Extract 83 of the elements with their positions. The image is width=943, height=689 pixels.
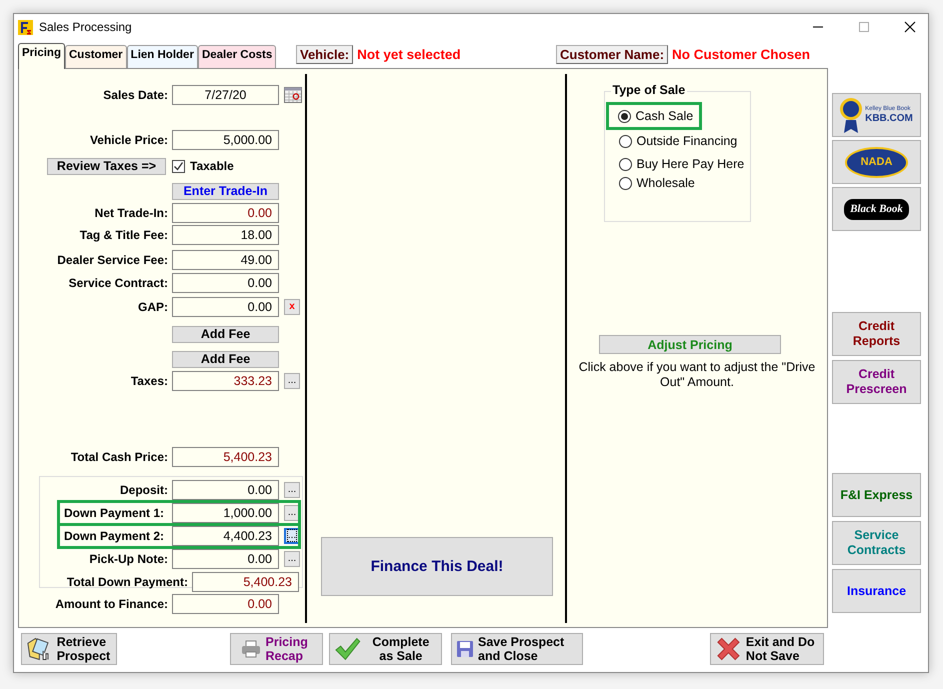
- amount-field[interactable]: 333.23: [172, 371, 279, 391]
- footer-button[interactable]: Complete as Sale: [329, 633, 442, 665]
- amount-field[interactable]: 0.00: [172, 594, 279, 614]
- vehicle-button[interactable]: Vehicle:: [296, 45, 354, 64]
- calendar-icon[interactable]: [284, 86, 302, 104]
- hint-text: Click above if you want to adjust the "Drive Out" Amount.: [578, 360, 816, 390]
- field-label: Total Down Payment:: [66, 575, 188, 589]
- customer-name-button[interactable]: Customer Name:: [556, 45, 668, 64]
- amount-field[interactable]: 0.00: [172, 549, 279, 569]
- logo-button[interactable]: NADA: [832, 140, 921, 184]
- sidebar-button[interactable]: Credit Reports: [832, 312, 921, 356]
- footer-button[interactable]: Retrieve Prospect: [21, 633, 117, 665]
- amount-field[interactable]: 0.00: [172, 203, 279, 223]
- tab[interactable]: Customer: [64, 45, 127, 68]
- radio-label: Buy Here Pay Here: [636, 157, 744, 171]
- field-label: Total Cash Price:: [70, 450, 168, 464]
- field-label: GAP:: [137, 300, 168, 314]
- tab[interactable]: Lien Holder: [126, 45, 198, 68]
- amount-field[interactable]: 18.00: [172, 225, 279, 245]
- sidebar-button[interactable]: F&I Express: [832, 473, 921, 517]
- action-button[interactable]: Enter Trade-In: [172, 182, 279, 200]
- logo-button[interactable]: Black Book: [832, 187, 921, 231]
- more-button[interactable]: ...: [284, 528, 300, 544]
- field-label: Tag & Title Fee:: [78, 228, 168, 242]
- field-label: Service Contract:: [68, 276, 168, 290]
- amount-field[interactable]: 49.00: [172, 250, 279, 270]
- app-icon: [18, 20, 33, 34]
- radio-button[interactable]: [618, 134, 632, 148]
- radio-label: Wholesale: [636, 176, 695, 190]
- more-button[interactable]: ...: [284, 551, 300, 567]
- field-label: Down Payment 1:: [63, 506, 166, 520]
- radio-label: Cash Sale: [636, 109, 694, 123]
- amount-field[interactable]: 1,000.00: [172, 503, 279, 523]
- x-icon: [715, 635, 742, 663]
- vehicle-value: Not yet selected: [357, 47, 461, 62]
- amount-field[interactable]: 5,400.23: [172, 447, 279, 467]
- sidebar-button[interactable]: Service Contracts: [832, 521, 921, 565]
- footer-button[interactable]: Exit and Do Not Save: [710, 633, 824, 665]
- field-label: Dealer Service Fee:: [56, 253, 168, 267]
- action-button[interactable]: Add Fee: [172, 350, 279, 368]
- amount-field[interactable]: 0.00: [172, 297, 279, 317]
- radio-label: Outside Financing: [636, 134, 738, 148]
- radio-button[interactable]: [618, 176, 632, 190]
- more-button[interactable]: ...: [284, 373, 300, 389]
- field-label: Down Payment 2:: [63, 529, 166, 543]
- amount-field[interactable]: 5,400.23: [192, 572, 299, 592]
- field-label: Pick-Up Note:: [88, 552, 168, 566]
- logo-text: KBB.COM: [865, 113, 913, 124]
- tab[interactable]: Dealer Costs: [198, 45, 276, 68]
- radio-button[interactable]: [618, 158, 632, 170]
- group-title: Type of Sale: [610, 83, 688, 97]
- finance-button[interactable]: Finance This Deal!: [321, 537, 553, 596]
- checkbox-label: Taxable: [190, 159, 234, 173]
- nada-logo: NADA: [844, 146, 908, 178]
- review-taxes-button[interactable]: Review Taxes =>: [47, 158, 166, 174]
- customer-name-value: No Customer Chosen: [672, 47, 810, 62]
- more-button[interactable]: ...: [284, 505, 300, 521]
- close-icon[interactable]: [904, 21, 916, 33]
- footer-button[interactable]: Save Prospect and Close: [451, 633, 583, 665]
- footer-button[interactable]: Pricing Recap: [230, 633, 323, 665]
- amount-field[interactable]: 0.00: [172, 273, 279, 293]
- radio-button[interactable]: [618, 110, 630, 122]
- taxable-checkbox[interactable]: [172, 160, 185, 172]
- window-title: Sales Processing: [39, 20, 132, 34]
- sidebar-button[interactable]: Insurance: [832, 569, 921, 613]
- action-button[interactable]: Add Fee: [172, 326, 279, 342]
- field-label: Vehicle Price:: [88, 133, 168, 147]
- logo-badge: Black Book: [844, 198, 909, 220]
- field-label: Net Trade-In:: [94, 206, 168, 220]
- field-label: Amount to Finance:: [54, 597, 168, 611]
- sidebar-button[interactable]: Credit Prescreen: [832, 360, 921, 404]
- field-label: Deposit:: [119, 483, 168, 497]
- amount-field[interactable]: 5,000.00: [172, 130, 279, 150]
- more-button[interactable]: ...: [284, 482, 300, 498]
- field-label: Sales Date:: [102, 88, 168, 102]
- ribbon-seal-icon: [840, 96, 862, 134]
- field-label: Taxes:: [130, 374, 168, 388]
- amount-field[interactable]: 0.00: [172, 480, 279, 500]
- date-field[interactable]: 7/27/20: [172, 85, 279, 105]
- amount-field[interactable]: 4,400.23: [172, 526, 279, 546]
- printer-icon: [240, 639, 262, 659]
- check-icon: [334, 636, 361, 662]
- tab[interactable]: Pricing: [18, 43, 65, 69]
